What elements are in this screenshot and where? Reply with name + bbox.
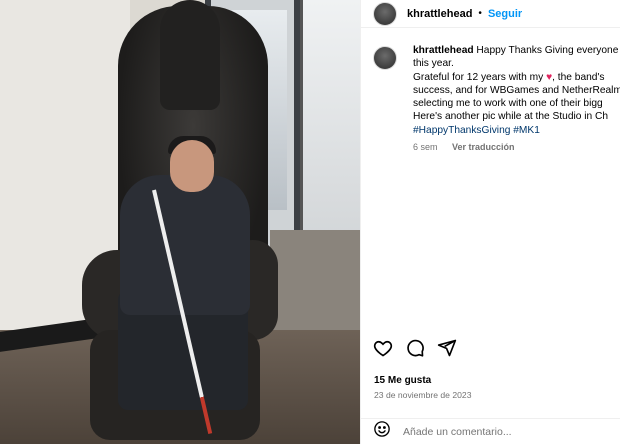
photo-throne-head [160, 0, 220, 110]
likes-count[interactable]: 15 Me gusta [374, 375, 431, 386]
caption-text: khrattlehead Happy Thanks Giving everyon… [413, 44, 620, 154]
caption-line-6: selecting me to work with one of their b… [413, 98, 603, 110]
emoji-icon[interactable] [373, 420, 391, 443]
post-photo[interactable] [0, 0, 360, 444]
photo-person-head [170, 140, 214, 192]
follow-button[interactable]: Seguir [488, 8, 522, 20]
heart-icon[interactable] [373, 338, 393, 363]
post-header: khrattlehead • Seguir [361, 0, 620, 28]
caption-line-1: Happy Thanks Giving everyone [476, 45, 619, 56]
comment-icon[interactable] [405, 338, 425, 363]
caption-username[interactable]: khrattlehead [413, 45, 474, 56]
caption-line-4: , the band's [552, 71, 605, 83]
post-date: 23 de noviembre de 2023 [374, 390, 472, 400]
caption-line-5: success, and for WBGames and NetherRealm [413, 84, 620, 96]
avatar[interactable] [373, 1, 397, 26]
hashtag-link[interactable]: #MK1 [513, 125, 540, 136]
share-icon[interactable] [437, 338, 457, 363]
post-actions [373, 338, 457, 363]
comment-bar [361, 418, 620, 444]
comment-input[interactable] [403, 425, 603, 438]
photo-person-body [120, 175, 250, 315]
caption-meta: 6 sem Ver traducción [413, 141, 620, 154]
hashtag-link[interactable]: #HappyThanksGiving [413, 125, 510, 136]
caption-line-3: Grateful for 12 years with my [413, 71, 544, 83]
caption: khrattlehead Happy Thanks Giving everyon… [373, 44, 620, 154]
see-translation-button[interactable]: Ver traducción [452, 142, 515, 152]
caption-line-2: this year. [413, 58, 454, 70]
caption-avatar[interactable] [373, 46, 397, 70]
caption-line-7: Here's another pic while at the Studio i… [413, 111, 609, 123]
time-ago[interactable]: 6 sem [413, 142, 438, 152]
separator-dot: • [478, 8, 482, 19]
post-sidebar: khrattlehead • Seguir khrattlehead Happy… [360, 0, 620, 444]
header-username[interactable]: khrattlehead [407, 8, 472, 20]
